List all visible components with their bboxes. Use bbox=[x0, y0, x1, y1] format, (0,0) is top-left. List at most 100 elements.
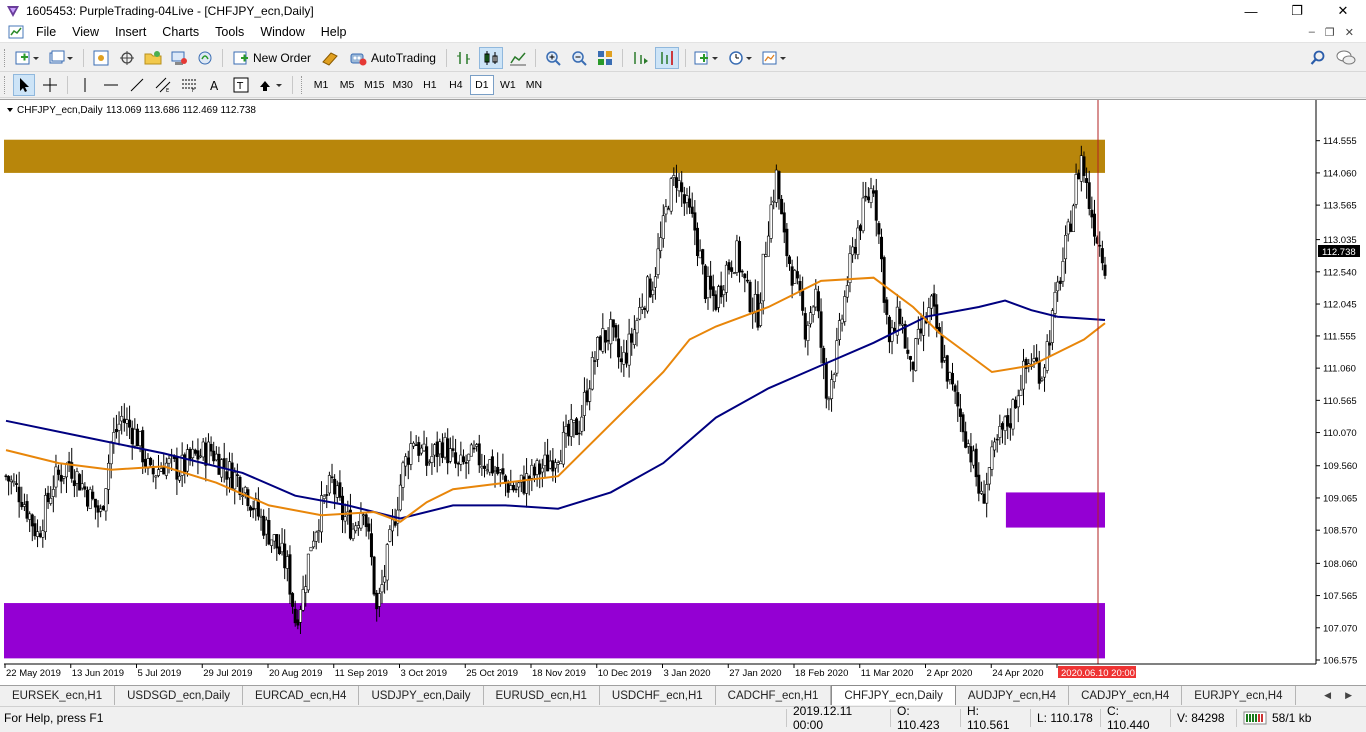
minimize-button[interactable]: — bbox=[1228, 0, 1274, 22]
navigator-button[interactable] bbox=[142, 47, 164, 69]
tab-cadchf[interactable]: CADCHF_ecn,H1 bbox=[716, 686, 832, 705]
tab-eursek[interactable]: EURSEK_ecn,H1 bbox=[0, 686, 116, 705]
mdi-close-button[interactable]: ✕ bbox=[1345, 26, 1354, 39]
tab-scroll-left-icon[interactable]: ◀ bbox=[1324, 690, 1331, 701]
candle-body bbox=[1021, 360, 1025, 390]
maximize-button[interactable]: ❐ bbox=[1274, 0, 1320, 22]
chart-window[interactable]: 114.555 114.060 113.565 113.035 112.540 112.0… bbox=[0, 99, 1366, 685]
menu-tools[interactable]: Tools bbox=[207, 25, 252, 39]
candle-body bbox=[766, 235, 770, 257]
terminal-button[interactable] bbox=[168, 47, 190, 69]
menu-insert[interactable]: Insert bbox=[107, 25, 154, 39]
timeframe-m15[interactable]: M15 bbox=[361, 75, 387, 95]
crosshair-button[interactable] bbox=[39, 74, 61, 96]
timeframe-d1[interactable]: D1 bbox=[469, 74, 494, 95]
text-button[interactable]: A bbox=[204, 74, 226, 96]
tab-scroll-right-icon[interactable]: ▶ bbox=[1345, 690, 1352, 701]
mdi-minimize-button[interactable]: – bbox=[1309, 26, 1315, 39]
price-tick-label: 110.565 bbox=[1323, 396, 1357, 407]
toolbar-grip[interactable] bbox=[4, 48, 7, 67]
candle-body bbox=[698, 250, 702, 259]
menu-window[interactable]: Window bbox=[252, 25, 312, 39]
candle-body bbox=[485, 469, 489, 472]
candle-body bbox=[390, 519, 394, 532]
candle-body bbox=[717, 286, 721, 308]
auto-scroll-button[interactable] bbox=[629, 47, 651, 69]
new-order-button[interactable]: New Order bbox=[229, 47, 315, 69]
tab-chfjpy[interactable]: CHFJPY_ecn,Daily bbox=[831, 685, 956, 705]
horizontal-line-button[interactable] bbox=[100, 74, 122, 96]
timeframe-w1[interactable]: W1 bbox=[496, 75, 520, 95]
equidistant-channel-button[interactable]: E bbox=[152, 74, 174, 96]
tab-usdchf[interactable]: USDCHF_ecn,H1 bbox=[600, 686, 716, 705]
tab-cadjpy[interactable]: CADJPY_ecn,H4 bbox=[1069, 686, 1183, 705]
candlestick-chart-button[interactable] bbox=[478, 46, 503, 69]
new-chart-button[interactable] bbox=[13, 47, 43, 69]
candle bbox=[803, 307, 807, 348]
zoom-in-button[interactable] bbox=[542, 47, 564, 69]
menu-help[interactable]: Help bbox=[313, 25, 355, 39]
tab-usdsgd[interactable]: USDSGD_ecn,Daily bbox=[115, 686, 244, 705]
candle bbox=[285, 550, 289, 582]
tab-audjpy[interactable]: AUDJPY_ecn,H4 bbox=[956, 686, 1070, 705]
menu-charts[interactable]: Charts bbox=[154, 25, 207, 39]
metaeditor-button[interactable] bbox=[319, 47, 341, 69]
bar-chart-button[interactable] bbox=[453, 47, 475, 69]
search-icon[interactable] bbox=[1310, 50, 1326, 66]
tile-windows-button[interactable] bbox=[594, 47, 616, 69]
candle bbox=[761, 253, 765, 315]
tab-eurcad[interactable]: EURCAD_ecn,H4 bbox=[243, 686, 360, 705]
text-label-button[interactable]: T bbox=[230, 74, 252, 96]
timeframe-h1[interactable]: H1 bbox=[418, 75, 442, 95]
price-chart[interactable]: 114.555 114.060 113.565 113.035 112.540 112.0… bbox=[0, 100, 1366, 686]
chart-window-icon[interactable] bbox=[8, 24, 24, 40]
tab-eurusd[interactable]: EURUSD_ecn,H1 bbox=[484, 686, 600, 705]
candle-body bbox=[162, 466, 166, 475]
indicators-button[interactable] bbox=[692, 47, 722, 69]
arrows-button[interactable] bbox=[256, 74, 286, 96]
templates-button[interactable] bbox=[760, 47, 790, 69]
data-window-button[interactable] bbox=[116, 47, 138, 69]
periods-button[interactable] bbox=[726, 47, 756, 69]
date-tick-label: 25 Oct 2019 bbox=[466, 668, 518, 679]
timeframe-mn[interactable]: MN bbox=[522, 75, 546, 95]
toolbar-grip[interactable] bbox=[4, 75, 7, 94]
candle-body bbox=[112, 432, 116, 444]
candle bbox=[598, 335, 602, 351]
menu-file[interactable]: File bbox=[28, 25, 64, 39]
zoom-out-button[interactable] bbox=[568, 47, 590, 69]
strategy-tester-button[interactable] bbox=[194, 47, 216, 69]
chart-header-triangle-icon[interactable] bbox=[7, 108, 13, 112]
candle bbox=[30, 513, 34, 542]
timeframe-m5[interactable]: M5 bbox=[335, 75, 359, 95]
vertical-line-button[interactable] bbox=[74, 74, 96, 96]
candle-body bbox=[701, 249, 705, 265]
profiles-button[interactable] bbox=[47, 47, 77, 69]
candle-body bbox=[99, 508, 103, 512]
timeframe-h4[interactable]: H4 bbox=[444, 75, 468, 95]
close-button[interactable]: ✕ bbox=[1320, 0, 1366, 22]
cursor-button[interactable] bbox=[13, 73, 35, 96]
toolbar-grip[interactable] bbox=[301, 75, 304, 94]
trendline-button[interactable] bbox=[126, 74, 148, 96]
candle bbox=[496, 452, 500, 476]
cursor-time-label: 2020.06.10 20:00 bbox=[1061, 668, 1135, 679]
chart-shift-button[interactable] bbox=[654, 46, 679, 69]
market-watch-button[interactable] bbox=[90, 47, 112, 69]
candle-body bbox=[446, 438, 450, 464]
fibonacci-button[interactable]: F bbox=[178, 74, 200, 96]
candle-body bbox=[730, 267, 734, 272]
candle-body bbox=[57, 469, 61, 475]
autotrading-button[interactable]: AutoTrading bbox=[345, 47, 440, 69]
line-chart-button[interactable] bbox=[507, 47, 529, 69]
tab-eurjpy[interactable]: EURJPY_ecn,H4 bbox=[1182, 686, 1296, 705]
tab-usdjpy[interactable]: USDJPY_ecn,Daily bbox=[359, 686, 484, 705]
candle-body bbox=[901, 323, 905, 326]
timeframe-m1[interactable]: M1 bbox=[309, 75, 333, 95]
menu-view[interactable]: View bbox=[64, 25, 107, 39]
connection-bars-icon bbox=[1243, 711, 1267, 724]
mdi-restore-button[interactable]: ❐ bbox=[1325, 26, 1335, 39]
candle-body bbox=[816, 291, 820, 312]
timeframe-m30[interactable]: M30 bbox=[389, 75, 415, 95]
chat-icon[interactable] bbox=[1336, 50, 1356, 66]
